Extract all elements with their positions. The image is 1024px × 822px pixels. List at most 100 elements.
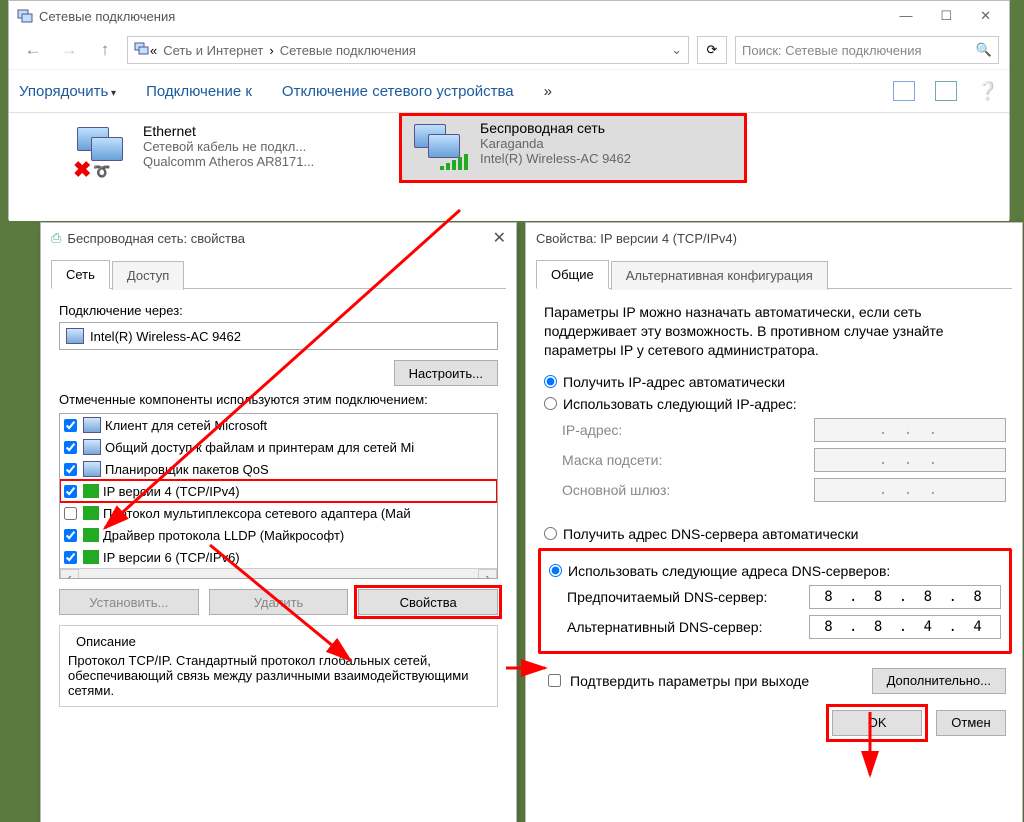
description-heading: Описание	[72, 634, 140, 649]
connection-name: Ethernet	[143, 123, 314, 139]
dialog-titlebar[interactable]: ⎙ Беспроводная сеть: свойства ✕	[41, 223, 516, 253]
list-item[interactable]: Планировщик пакетов QoS	[60, 458, 497, 480]
back-button[interactable]: ←	[19, 36, 47, 64]
radio[interactable]	[544, 397, 557, 410]
radio-ip-auto[interactable]: Получить IP-адрес автоматически	[544, 374, 1006, 390]
toolbar-more[interactable]: »	[544, 83, 552, 100]
info-text: Параметры IP можно назначать автоматичес…	[544, 303, 1006, 360]
disable-device-button[interactable]: Отключение сетевого устройства	[282, 83, 514, 100]
properties-button[interactable]: Свойства	[358, 589, 498, 615]
connection-wireless[interactable]: Беспроводная сеть Karaganda Intel(R) Wir…	[399, 113, 747, 183]
checkbox[interactable]	[64, 485, 77, 498]
breadcrumb-item[interactable]: Сетевые подключения	[280, 43, 416, 58]
checkbox[interactable]	[64, 529, 77, 542]
adapter-properties-dialog: ⎙ Беспроводная сеть: свойства ✕ Сеть Дос…	[40, 222, 517, 822]
breadcrumb-item[interactable]: Сеть и Интернет	[163, 43, 263, 58]
validate-checkbox[interactable]	[548, 674, 561, 687]
client-icon	[83, 417, 101, 433]
window-controls: — ☐ ✕	[899, 8, 1001, 24]
window-icon	[17, 8, 33, 24]
location-bar[interactable]: « Сеть и Интернет › Сетевые подключения …	[127, 36, 689, 64]
protocol-icon	[83, 484, 99, 498]
refresh-button[interactable]: ⟳	[697, 36, 727, 64]
search-input[interactable]: Поиск: Сетевые подключения 🔍	[735, 36, 999, 64]
checkbox[interactable]	[64, 463, 77, 476]
disconnected-icon: ✖	[73, 157, 91, 183]
protocol-icon	[83, 528, 99, 542]
dns1-input[interactable]: 8 . 8 . 8 . 8	[809, 585, 1001, 609]
location-icon	[134, 41, 150, 60]
dns2-label: Альтернативный DNS-сервер:	[567, 619, 809, 635]
components-list[interactable]: Клиент для сетей Microsoft Общий доступ …	[59, 413, 498, 579]
ipv4-properties-dialog: Свойства: IP версии 4 (TCP/IPv4) Общие А…	[525, 222, 1023, 822]
view-details-button[interactable]	[935, 81, 957, 101]
signal-bars-icon	[440, 154, 468, 170]
tab-network[interactable]: Сеть	[51, 260, 110, 289]
ok-button[interactable]: OK	[832, 710, 922, 736]
network-connections-window: Сетевые подключения — ☐ ✕ ← → ↑ « Сеть и…	[8, 0, 1010, 220]
list-item[interactable]: Общий доступ к файлам и принтерам для се…	[60, 436, 497, 458]
qos-icon	[83, 461, 101, 477]
cancel-button[interactable]: Отмен	[936, 710, 1006, 736]
connection-ethernet[interactable]: ✖ ➰ Ethernet Сетевой кабель не подкл... …	[65, 119, 377, 183]
dns1-label: Предпочитаемый DNS-сервер:	[567, 589, 809, 605]
list-item[interactable]: Драйвер протокола LLDP (Майкрософт)	[60, 524, 497, 546]
tab-access[interactable]: Доступ	[112, 261, 184, 290]
radio[interactable]	[544, 375, 557, 388]
gateway-input[interactable]: . . .	[814, 478, 1006, 502]
minimize-button[interactable]: —	[899, 8, 912, 24]
ip-address-label: IP-адрес:	[562, 422, 814, 438]
list-item-ipv4[interactable]: IP версии 4 (TCP/IPv4)	[60, 480, 497, 502]
tab-general[interactable]: Общие	[536, 260, 609, 289]
remove-button[interactable]: Удалить	[209, 589, 349, 615]
subnet-input[interactable]: . . .	[814, 448, 1006, 472]
checkbox[interactable]	[64, 507, 77, 520]
connect-via-label: Подключение через:	[59, 303, 498, 318]
checkbox[interactable]	[64, 419, 77, 432]
connection-device: Qualcomm Atheros AR8171...	[143, 154, 314, 169]
breadcrumb-prefix: «	[150, 43, 157, 58]
components-label: Отмеченные компоненты используются этим …	[59, 392, 498, 407]
help-button[interactable]: ❔	[977, 81, 999, 102]
radio-dns-auto[interactable]: Получить адрес DNS-сервера автоматически	[544, 526, 1006, 542]
forward-button[interactable]: →	[55, 36, 83, 64]
advanced-button[interactable]: Дополнительно...	[872, 668, 1006, 694]
protocol-icon	[83, 506, 99, 520]
search-placeholder: Поиск: Сетевые подключения	[742, 43, 922, 58]
list-item[interactable]: IP версии 6 (TCP/IPv6)	[60, 546, 497, 568]
titlebar[interactable]: Сетевые подключения — ☐ ✕	[9, 1, 1009, 31]
ethernet-icon: ✖ ➰	[71, 123, 135, 179]
dialog-titlebar[interactable]: Свойства: IP версии 4 (TCP/IPv4)	[526, 223, 1022, 253]
close-button[interactable]: ✕	[980, 8, 991, 24]
adapter-name: Intel(R) Wireless-AC 9462	[90, 329, 241, 344]
organize-menu[interactable]: Упорядочить	[19, 83, 116, 100]
up-button[interactable]: ↑	[91, 36, 119, 64]
protocol-icon	[83, 550, 99, 564]
close-button[interactable]: ✕	[493, 228, 506, 248]
connect-to-button[interactable]: Подключение к	[146, 83, 252, 100]
address-bar: ← → ↑ « Сеть и Интернет › Сетевые подклю…	[9, 31, 1009, 69]
chevron-down-icon[interactable]: ⌄	[671, 42, 682, 58]
adapter-field[interactable]: Intel(R) Wireless-AC 9462	[59, 322, 498, 350]
checkbox[interactable]	[64, 551, 77, 564]
install-button[interactable]: Установить...	[59, 589, 199, 615]
list-item[interactable]: Клиент для сетей Microsoft	[60, 414, 497, 436]
tab-alternative[interactable]: Альтернативная конфигурация	[611, 261, 828, 290]
scrollbar-horizontal[interactable]: ‹›	[60, 568, 497, 579]
radio-dns-manual[interactable]: Использовать следующие адреса DNS-сервер…	[549, 563, 1001, 579]
maximize-button[interactable]: ☐	[940, 8, 952, 24]
list-item[interactable]: Протокол мультиплексора сетевого адаптер…	[60, 502, 497, 524]
validate-checkbox-row[interactable]: Подтвердить параметры при выходе	[544, 671, 809, 690]
dns2-input[interactable]: 8 . 8 . 4 . 4	[809, 615, 1001, 639]
description-group: Описание Протокол TCP/IP. Стандартный пр…	[59, 625, 498, 707]
dns-group-highlight: Использовать следующие адреса DNS-сервер…	[538, 548, 1012, 654]
checkbox[interactable]	[64, 441, 77, 454]
radio[interactable]	[544, 527, 557, 540]
configure-button[interactable]: Настроить...	[394, 360, 498, 386]
radio[interactable]	[549, 564, 562, 577]
connection-status: Сетевой кабель не подкл...	[143, 139, 314, 154]
ip-address-input[interactable]: . . .	[814, 418, 1006, 442]
radio-ip-manual[interactable]: Использовать следующий IP-адрес:	[544, 396, 1006, 412]
window-title: Сетевые подключения	[39, 9, 175, 24]
view-icons-button[interactable]	[893, 81, 915, 101]
